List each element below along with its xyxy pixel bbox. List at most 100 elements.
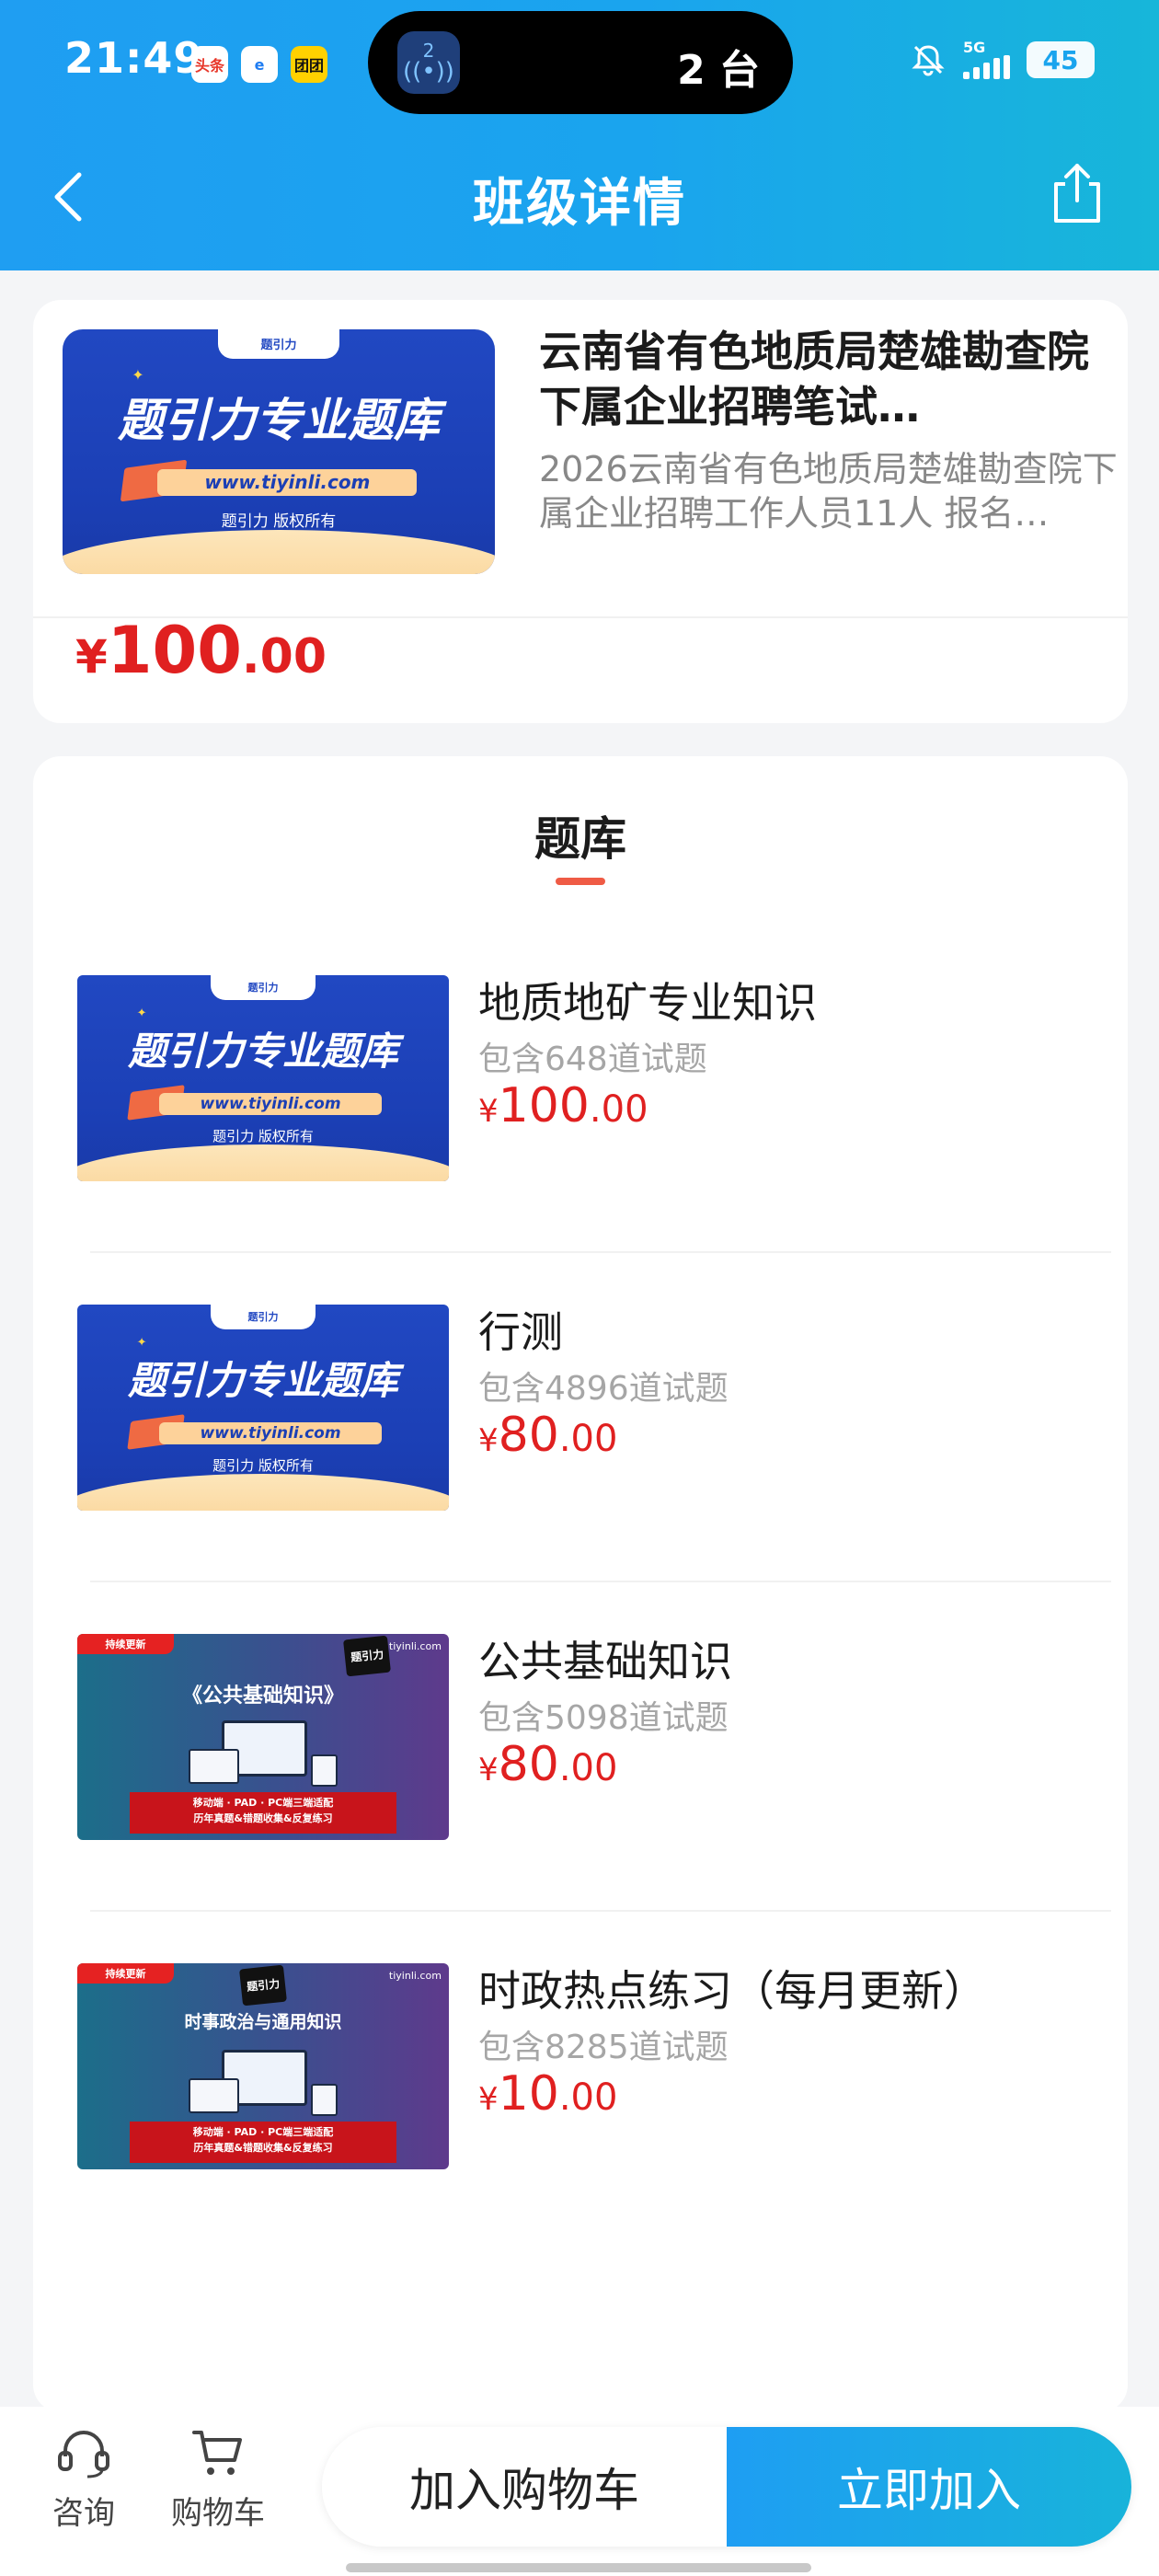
bank-price: ¥10.00 — [478, 2066, 617, 2122]
course-price: ¥100.00 — [75, 613, 327, 688]
section-title: 题库 — [534, 812, 626, 866]
add-to-cart-button[interactable]: 加入购物车 — [322, 2427, 727, 2547]
course-thumbnail: ✦ 题引力 题引力专业题库 www.tiyinli.com 题引力 版权所有 — [63, 329, 495, 574]
thumb-copyright: 题引力 版权所有 — [212, 1127, 314, 1144]
thumb-brand-tab: 题引力 — [211, 1305, 316, 1329]
mute-bell-icon — [912, 45, 945, 76]
bank-item[interactable]: ✦ 题引力 题引力专业题库 www.tiyinli.com 题引力 版权所有 地… — [33, 903, 1128, 1253]
thumb-headline: 《公共基础知识》 — [181, 1685, 344, 1708]
home-indicator[interactable] — [346, 2563, 811, 2572]
cart-button[interactable]: 购物车 — [167, 2425, 269, 2533]
devices-illustration — [189, 1720, 338, 1790]
bank-thumbnail: 持续更新 题引力 tiyinli.com 时事政治与通用知识 移动端 · PAD… — [77, 1963, 449, 2169]
service-label: 咨询 — [52, 2495, 115, 2532]
thumb-feature-line: 移动端 · PAD · PC端三端适配 — [192, 1797, 334, 1810]
thumb-feature-bar: 移动端 · PAD · PC端三端适配 历年真题&错题收集&反复练习 — [129, 1792, 397, 1834]
star-icon: ✦ — [136, 1006, 147, 1020]
price-currency: ¥ — [75, 630, 108, 684]
broadcast-icon: ((•)) — [403, 58, 454, 86]
cart-label: 购物车 — [171, 2495, 265, 2532]
price-decimal: .00 — [589, 1088, 648, 1131]
devices-illustration — [189, 2050, 338, 2120]
bank-thumbnail: 持续更新 题引力 tiyinli.com 《公共基础知识》 移动端 · PAD … — [77, 1634, 449, 1840]
star-icon: ✦ — [132, 365, 144, 384]
share-button[interactable] — [1045, 158, 1109, 228]
toutiao-app-icon: 头条 — [191, 46, 228, 83]
thumb-url: www.tiyinli.com — [158, 1092, 383, 1116]
bank-name: 地质地矿专业知识 — [478, 978, 817, 1028]
thumb-site: tiyinli.com — [388, 1969, 442, 1982]
question-bank-panel: 题库 ✦ 题引力 题引力专业题库 www.tiyinli.com 题引力 版权所… — [33, 756, 1128, 2412]
meituan-app-icon: 团团 — [291, 46, 327, 83]
price-currency: ¥ — [478, 2081, 499, 2118]
thumb-brand-tab: 题引力 — [211, 975, 316, 1000]
bank-question-count: 包含8285道试题 — [478, 2029, 729, 2066]
bank-question-count: 包含4896道试题 — [478, 1370, 729, 1408]
thumb-headline: 时事政治与通用知识 — [184, 2012, 342, 2033]
bank-item[interactable]: 持续更新 题引力 tiyinli.com 《公共基础知识》 移动端 · PAD … — [33, 1562, 1128, 1912]
join-now-button[interactable]: 立即加入 — [727, 2427, 1131, 2547]
bank-price: ¥80.00 — [478, 1408, 617, 1463]
thumb-url: www.tiyinli.com — [158, 1421, 383, 1445]
thumb-headline: 题引力专业题库 — [127, 1029, 398, 1075]
bank-price: ¥100.00 — [478, 1078, 648, 1133]
thumb-headline: 题引力专业题库 — [127, 1358, 398, 1404]
thumb-copyright: 题引力 版权所有 — [212, 1456, 314, 1474]
thumb-feature-line: 移动端 · PAD · PC端三端适配 — [192, 2126, 334, 2139]
course-description: 2026云南省有色地质局楚雄勘查院下属企业招聘工作人员11人 报名… — [539, 449, 1118, 534]
price-decimal: .00 — [241, 629, 327, 684]
price-decimal: .00 — [558, 1418, 618, 1460]
course-card: ✦ 题引力 题引力专业题库 www.tiyinli.com 题引力 版权所有 云… — [33, 300, 1128, 723]
bank-name: 行测 — [478, 1307, 563, 1357]
price-integer: 10 — [498, 2066, 559, 2122]
thumb-feature-line: 历年真题&错题收集&反复练习 — [193, 1812, 333, 1825]
cast-app-icon: 2 ((•)) — [397, 31, 460, 94]
thumb-logo: 题引力 — [342, 1636, 392, 1678]
bank-name: 公共基础知识 — [478, 1637, 732, 1686]
bank-item[interactable]: 持续更新 题引力 tiyinli.com 时事政治与通用知识 移动端 · PAD… — [33, 1892, 1128, 2169]
battery-icon: 45 — [1027, 41, 1095, 78]
price-decimal: .00 — [558, 2076, 618, 2119]
thumb-brand-tab: 题引力 — [218, 329, 339, 359]
bank-thumbnail: ✦ 题引力 题引力专业题库 www.tiyinli.com 题引力 版权所有 — [77, 1305, 449, 1511]
service-button[interactable]: 咨询 — [33, 2425, 134, 2533]
island-device-count: 2 台 — [677, 47, 760, 94]
page-title: 班级详情 — [473, 174, 686, 234]
bank-thumbnail: ✦ 题引力 题引力专业题库 www.tiyinli.com 题引力 版权所有 — [77, 975, 449, 1181]
price-currency: ¥ — [478, 1422, 499, 1459]
price-integer: 80 — [498, 1737, 559, 1792]
status-icons: 5G 45 — [910, 40, 1095, 79]
status-bar: 21:49 头条 e 团团 2 ((•)) 2 台 5G 45 — [0, 0, 1159, 129]
signal-icon — [963, 55, 1010, 79]
message-app-icon: e — [241, 46, 278, 83]
bank-item[interactable]: ✦ 题引力 题引力专业题库 www.tiyinli.com 题引力 版权所有 行… — [33, 1233, 1128, 1582]
thumb-feature-line: 历年真题&错题收集&反复练习 — [193, 2142, 333, 2155]
thumb-url: www.tiyinli.com — [157, 468, 418, 496]
section-title-underline — [556, 878, 605, 885]
purchase-buttons: 加入购物车 立即加入 — [322, 2427, 1131, 2547]
bank-price: ¥80.00 — [478, 1737, 617, 1792]
bank-question-count: 包含5098道试题 — [478, 1699, 729, 1737]
share-icon — [1054, 164, 1100, 223]
bottom-action-bar: 咨询 购物车 加入购物车 立即加入 — [0, 2407, 1159, 2576]
price-integer: 100 — [498, 1078, 590, 1133]
header: 21:49 头条 e 团团 2 ((•)) 2 台 5G 45 班级详情 — [0, 0, 1159, 270]
thumb-site: tiyinli.com — [388, 1639, 442, 1652]
island-app-number: 2 — [422, 40, 435, 62]
price-integer: 80 — [498, 1408, 559, 1463]
battery-level: 45 — [1042, 44, 1079, 75]
course-title: 云南省有色地质局楚雄勘查院下属企业招聘笔试… — [539, 327, 1089, 431]
bank-name: 时政热点练习（每月更新） — [478, 1966, 986, 2016]
dynamic-island[interactable]: 2 ((•)) 2 台 — [368, 11, 793, 114]
headset-icon — [58, 2431, 109, 2478]
price-currency: ¥ — [478, 1093, 499, 1130]
price-currency: ¥ — [478, 1752, 499, 1788]
price-integer: 100 — [107, 613, 242, 688]
thumb-ribbon: 持续更新 — [77, 1963, 175, 1984]
bank-question-count: 包含648道试题 — [478, 1041, 707, 1078]
network-type: 5G — [963, 39, 986, 56]
star-icon: ✦ — [136, 1335, 147, 1350]
status-time: 21:49 — [64, 33, 204, 83]
thumb-headline: 题引力专业题库 — [118, 393, 440, 447]
price-decimal: .00 — [558, 1747, 618, 1789]
